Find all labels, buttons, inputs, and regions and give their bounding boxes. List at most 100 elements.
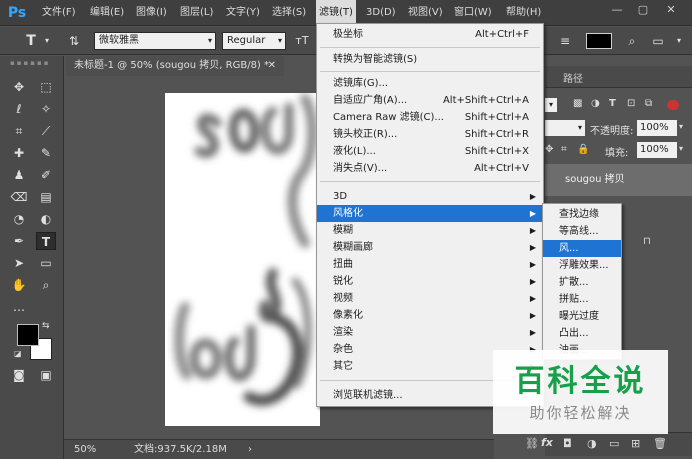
quick-mask-icon[interactable]: ◙ <box>9 366 29 384</box>
workspace-icon[interactable]: ▭ <box>648 32 668 50</box>
marquee-tool-icon[interactable]: ⬚ <box>36 78 56 96</box>
menu-type[interactable]: 文字(Y) <box>226 0 260 26</box>
filter-kind-chevron-icon[interactable]: ▾ <box>545 98 557 112</box>
layer-row-selected[interactable]: sougou 拷贝 <box>545 164 692 196</box>
filter-menu-item-blur[interactable]: 模糊 ▶ <box>317 222 543 239</box>
stylize-item-extrude[interactable]: 凸出... <box>543 325 621 342</box>
delete-layer-icon[interactable]: 🗑 <box>653 437 667 450</box>
font-style-select[interactable]: Regular ▾ <box>222 32 286 50</box>
paths-tab[interactable]: 路径 <box>563 70 583 85</box>
stylize-item-tiles[interactable]: 拼贴... <box>543 291 621 308</box>
eyedropper-tool-icon[interactable]: ⟋ <box>36 122 56 140</box>
new-group-icon[interactable]: ▭ <box>609 437 619 450</box>
tool-preset-chevron-icon[interactable]: ▾ <box>42 32 52 50</box>
blur-tool-icon[interactable]: ◔ <box>9 210 29 228</box>
rectangle-tool-icon[interactable]: ▭ <box>36 254 56 272</box>
stylize-item-find-edges[interactable]: 查找边缘 <box>543 206 621 223</box>
filter-toggle-icon[interactable] <box>667 100 679 110</box>
adjustment-layer-icon[interactable]: ◑ <box>587 437 597 450</box>
stylize-item-solarize[interactable]: 曝光过度 <box>543 308 621 325</box>
text-orientation-icon[interactable]: ⇅ <box>64 32 84 50</box>
menu-image[interactable]: 图像(I) <box>136 0 167 26</box>
zoom-tool-icon[interactable]: ⌕ <box>36 276 56 294</box>
chevron-down-icon[interactable]: ▾ <box>679 144 683 153</box>
healing-brush-tool-icon[interactable]: ✚ <box>9 144 29 162</box>
fill-input[interactable]: 100% <box>637 142 677 158</box>
status-chevron-icon[interactable]: › <box>248 440 252 459</box>
menu-select[interactable]: 选择(S) <box>272 0 306 26</box>
text-color-swatch[interactable] <box>586 33 612 49</box>
filter-menu-item-vanishing-point[interactable]: 消失点(V)... Alt+Ctrl+V <box>317 160 543 177</box>
menu-file[interactable]: 文件(F) <box>42 0 76 26</box>
document-tab[interactable]: 未标题-1 @ 50% (sougou 拷贝, RGB/8) * ✕ <box>66 56 284 76</box>
type-tool-icon[interactable]: T <box>36 232 56 250</box>
filter-menu-item-camera-raw[interactable]: Camera Raw 滤镜(C)... Shift+Ctrl+A <box>317 109 543 126</box>
magic-wand-tool-icon[interactable]: ✧ <box>36 100 56 118</box>
screen-mode-icon[interactable]: ▣ <box>36 366 56 384</box>
stylize-item-trace-contour[interactable]: 等高线... <box>543 223 621 240</box>
foreground-color-swatch[interactable] <box>17 324 39 346</box>
hand-tool-icon[interactable]: ✋ <box>9 276 29 294</box>
adjustment-filter-icon[interactable]: ◑ <box>591 98 600 109</box>
filter-menu-item-3d[interactable]: 3D ▶ <box>317 188 543 205</box>
lock-artboard-icon[interactable]: ⌗ <box>561 144 567 155</box>
filter-menu-item-pixelate[interactable]: 像素化 ▶ <box>317 307 543 324</box>
search-icon[interactable]: ⌕ <box>622 32 642 50</box>
close-tab-icon[interactable]: ✕ <box>268 56 276 76</box>
filter-menu-item-render[interactable]: 渲染 ▶ <box>317 324 543 341</box>
filter-menu-item-blur-gallery[interactable]: 模糊画廊 ▶ <box>317 239 543 256</box>
filter-menu-item-lens-correction[interactable]: 镜头校正(R)... Shift+Ctrl+R <box>317 126 543 143</box>
lasso-tool-icon[interactable]: ℓ <box>9 100 29 118</box>
filter-menu-item-liquify[interactable]: 液化(L)... Shift+Ctrl+X <box>317 143 543 160</box>
smart-filter-icon[interactable]: ⧉ <box>645 98 652 109</box>
crop-tool-icon[interactable]: ⌗ <box>9 122 29 140</box>
more-tools-icon[interactable]: … <box>9 298 29 316</box>
filter-menu-item-adaptive-wide-angle[interactable]: 自适应广角(A)... Alt+Shift+Ctrl+A <box>317 92 543 109</box>
shape-filter-icon[interactable]: ⊡ <box>627 98 635 109</box>
lock-all-icon[interactable]: 🔒 <box>577 144 589 155</box>
type-tool-icon[interactable]: T <box>20 32 42 50</box>
default-colors-icon[interactable]: ◪ <box>14 349 24 359</box>
workspace-chevron-icon[interactable]: ▾ <box>672 32 686 50</box>
history-brush-tool-icon[interactable]: ✐ <box>36 166 56 184</box>
menu-edit[interactable]: 编辑(E) <box>90 0 124 26</box>
filter-menu-item-filter-gallery[interactable]: 滤镜库(G)... <box>317 75 543 92</box>
font-family-select[interactable]: 微软雅黑 ▾ <box>94 32 216 50</box>
filter-menu-item-polar-coordinates[interactable]: 极坐标 Alt+Ctrl+F <box>317 26 543 43</box>
font-size-icon[interactable]: ᴛT <box>292 32 312 50</box>
path-selection-tool-icon[interactable]: ➤ <box>9 254 29 272</box>
close-icon[interactable]: ✕ <box>662 2 680 18</box>
pen-tool-icon[interactable]: ✒ <box>9 232 29 250</box>
maximize-icon[interactable]: ▢ <box>634 2 652 18</box>
clone-stamp-tool-icon[interactable]: ♟ <box>9 166 29 184</box>
type-filter-icon[interactable]: T <box>609 98 616 109</box>
eraser-tool-icon[interactable]: ⌫ <box>9 188 29 206</box>
chevron-down-icon[interactable]: ▾ <box>679 122 683 131</box>
brush-tool-icon[interactable]: ✎ <box>36 144 56 162</box>
align-right-icon[interactable]: ≡ <box>556 32 574 50</box>
filter-menu-item-distort[interactable]: 扭曲 ▶ <box>317 256 543 273</box>
opacity-input[interactable]: 100% <box>637 120 677 136</box>
zoom-level[interactable]: 50% <box>74 440 96 459</box>
gradient-tool-icon[interactable]: ▤ <box>36 188 56 206</box>
filter-menu-item-convert-smart[interactable]: 转换为智能滤镜(S) <box>317 51 543 68</box>
layer-style-icon[interactable]: fx <box>541 436 553 449</box>
link-layers-icon[interactable]: ⛓ <box>525 437 539 450</box>
blend-mode-select[interactable]: ▾ <box>545 120 585 136</box>
move-tool-icon[interactable]: ✥ <box>9 78 29 96</box>
add-mask-icon[interactable]: ◘ <box>563 437 572 450</box>
stylize-item-emboss[interactable]: 浮雕效果... <box>543 257 621 274</box>
pixel-filter-icon[interactable]: ▩ <box>573 98 582 109</box>
new-layer-icon[interactable]: ⊞ <box>631 437 640 450</box>
stylize-item-wind[interactable]: 风... <box>543 240 621 257</box>
stylize-item-diffuse[interactable]: 扩散... <box>543 274 621 291</box>
swap-colors-icon[interactable]: ⇆ <box>42 321 54 333</box>
filter-menu-item-sharpen[interactable]: 锐化 ▶ <box>317 273 543 290</box>
filter-menu-item-video[interactable]: 视频 ▶ <box>317 290 543 307</box>
menu-layer[interactable]: 图层(L) <box>180 0 213 26</box>
document-canvas[interactable] <box>165 93 320 426</box>
lock-position-icon[interactable]: ✥ <box>545 144 553 155</box>
dodge-tool-icon[interactable]: ◐ <box>36 210 56 228</box>
filter-menu-item-stylize[interactable]: 风格化 ▶ <box>317 205 543 222</box>
minimize-icon[interactable]: — <box>608 2 626 18</box>
